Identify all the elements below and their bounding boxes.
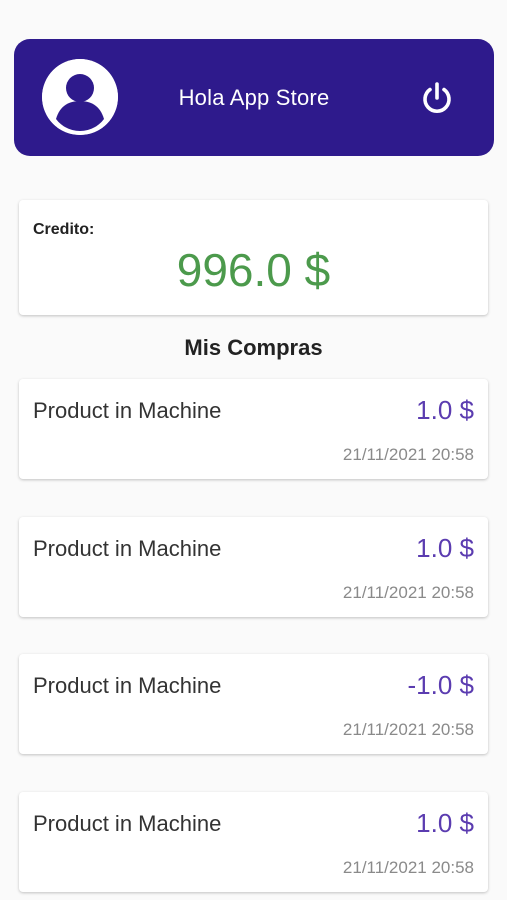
purchase-item[interactable]: Product in Machine 1.0 $ 21/11/2021 20:5… [19, 379, 488, 479]
purchase-item[interactable]: Product in Machine 1.0 $ 21/11/2021 20:5… [19, 792, 488, 892]
purchase-date: 21/11/2021 20:58 [342, 445, 474, 464]
logout-button[interactable] [420, 81, 454, 115]
credit-label: Credito: [33, 221, 95, 238]
app-header: Hola App Store [14, 39, 494, 156]
purchase-date: 21/11/2021 20:58 [342, 858, 474, 877]
purchase-item[interactable]: Product in Machine -1.0 $ 21/11/2021 20:… [19, 654, 488, 754]
credit-card: Credito: 996.0 $ [19, 200, 488, 315]
purchase-date: 21/11/2021 20:58 [342, 720, 474, 739]
purchase-amount: -1.0 $ [407, 670, 475, 700]
credit-value: 996.0 $ [176, 244, 331, 296]
purchase-name: Product in Machine [33, 673, 222, 698]
power-icon [423, 82, 451, 113]
purchase-amount: 1.0 $ [416, 808, 474, 838]
purchase-name: Product in Machine [33, 811, 222, 836]
purchase-amount: 1.0 $ [416, 395, 474, 425]
purchase-item[interactable]: Product in Machine 1.0 $ 21/11/2021 20:5… [19, 517, 488, 617]
purchase-date: 21/11/2021 20:58 [342, 583, 474, 602]
purchases-title: Mis Compras [184, 335, 323, 360]
purchase-amount: 1.0 $ [416, 533, 474, 563]
purchase-name: Product in Machine [33, 536, 222, 561]
purchase-name: Product in Machine [33, 398, 222, 423]
